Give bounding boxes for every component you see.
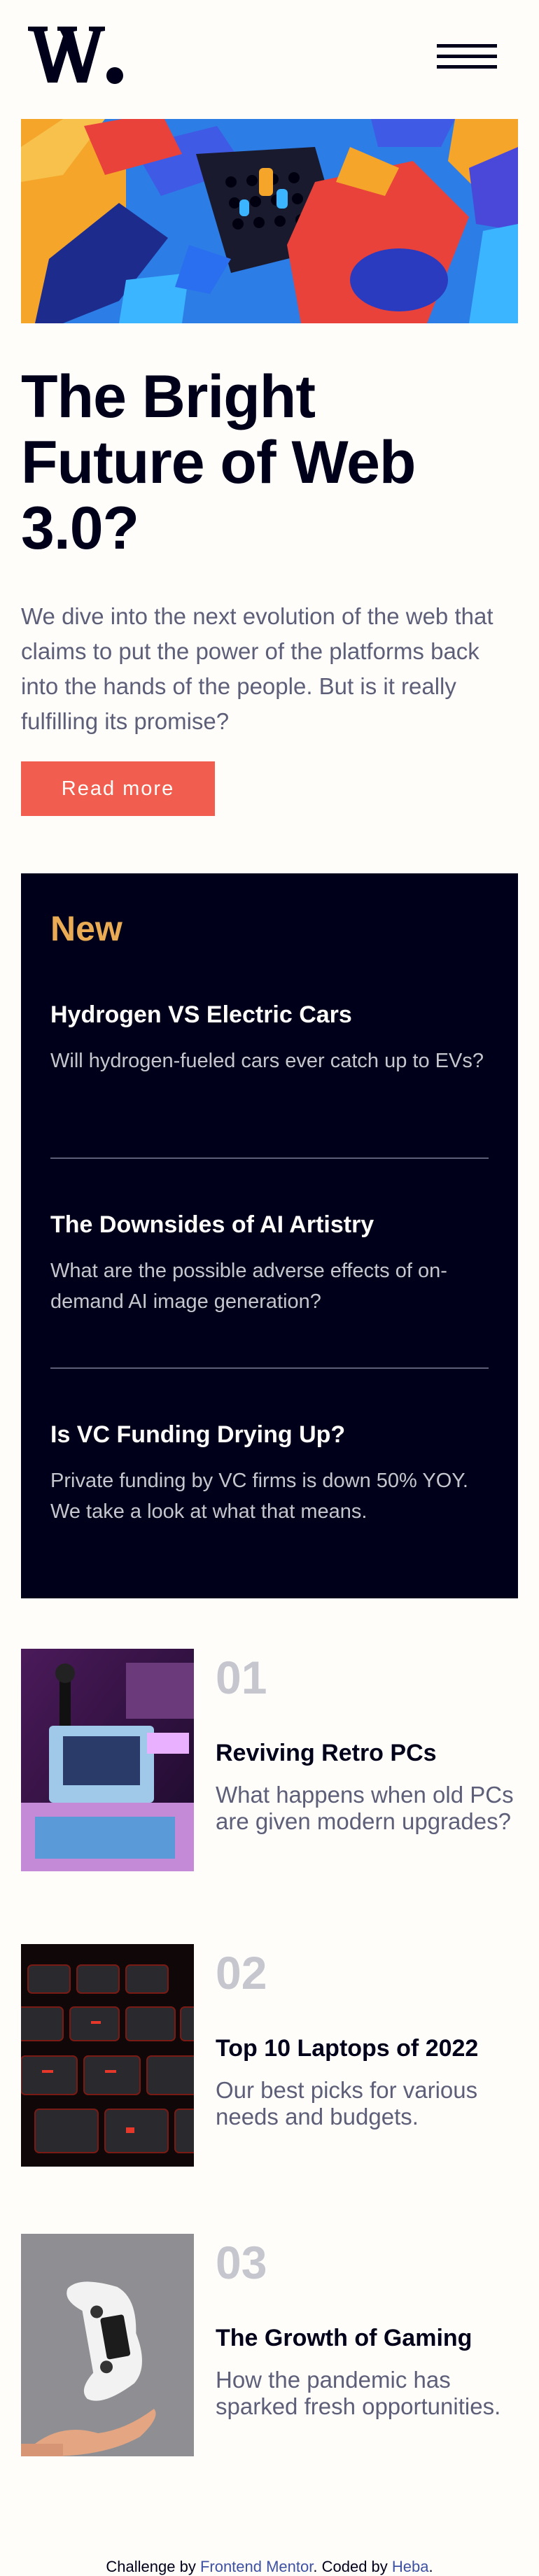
logo[interactable] — [27, 21, 125, 88]
hero-title: The Bright Future of Web 3.0? — [21, 364, 511, 561]
new-item: Hydrogen VS Electric Cars Will hydrogen-… — [50, 1001, 489, 1076]
divider — [50, 1157, 489, 1159]
article-desc: Our best picks for various needs and bud… — [216, 2077, 478, 2130]
page: The Bright Future of Web 3.0? We dive in… — [0, 0, 539, 2576]
new-item-title[interactable]: Is VC Funding Drying Up? — [50, 1421, 489, 1449]
retro-pc-image[interactable] — [21, 1649, 194, 1871]
divider — [50, 1367, 489, 1369]
footer-text: . — [428, 2558, 433, 2575]
list-item: 02 Top 10 Laptops of 2022 Our best picks… — [21, 1944, 518, 2167]
new-item-desc: Private funding by VC firms is down 50% … — [50, 1470, 468, 1523]
laptop-keyboard-image[interactable] — [21, 1944, 194, 2167]
author-link[interactable]: Heba — [392, 2558, 429, 2575]
footer-text: . Coded by — [313, 2558, 392, 2575]
new-item: Is VC Funding Drying Up? Private funding… — [50, 1421, 489, 1527]
list-item: 01 Reviving Retro PCs What happens when … — [21, 1649, 518, 1871]
read-more-button[interactable]: Read more — [21, 761, 215, 816]
hero-image — [21, 119, 518, 323]
new-item-desc: Will hydrogen-fueled cars ever catch up … — [50, 1050, 484, 1072]
article-number: 02 — [216, 1947, 267, 1999]
footer: Challenge by Frontend Mentor. Coded by H… — [0, 2558, 539, 2576]
gamepad-image[interactable] — [21, 2234, 194, 2456]
article-title[interactable]: Top 10 Laptops of 2022 — [216, 2035, 478, 2062]
article-title[interactable]: The Growth of Gaming — [216, 2325, 472, 2352]
hero-title-line: The Bright — [21, 363, 316, 430]
new-item-title[interactable]: Hydrogen VS Electric Cars — [50, 1001, 489, 1029]
new-item-desc: What are the possible adverse effects of… — [50, 1260, 447, 1313]
hamburger-menu-icon-bar — [437, 65, 497, 69]
hero-title-line: Future of Web — [21, 429, 416, 496]
frontend-mentor-link[interactable]: Frontend Mentor — [200, 2558, 313, 2575]
menu-button[interactable] — [437, 42, 497, 71]
article-number: 03 — [216, 2237, 267, 2288]
hamburger-menu-icon-bar — [437, 55, 497, 58]
footer-text: Challenge by — [106, 2558, 200, 2575]
new-heading: New — [50, 909, 122, 948]
article-number: 01 — [216, 1652, 267, 1703]
hero-title-line: 3.0? — [21, 495, 139, 562]
new-item-title[interactable]: The Downsides of AI Artistry — [50, 1211, 489, 1239]
article-desc: What happens when old PCs are given mode… — [216, 1782, 514, 1834]
hero-description: We dive into the next evolution of the w… — [21, 603, 493, 734]
list-item: 03 The Growth of Gaming How the pandemic… — [21, 2234, 518, 2456]
new-item: The Downsides of AI Artistry What are th… — [50, 1211, 489, 1317]
article-desc: How the pandemic has sparked fresh oppor… — [216, 2367, 501, 2419]
article-title[interactable]: Reviving Retro PCs — [216, 1740, 437, 1767]
new-panel: New Hydrogen VS Electric Cars Will hydro… — [21, 873, 518, 1598]
hamburger-menu-icon — [437, 44, 497, 48]
